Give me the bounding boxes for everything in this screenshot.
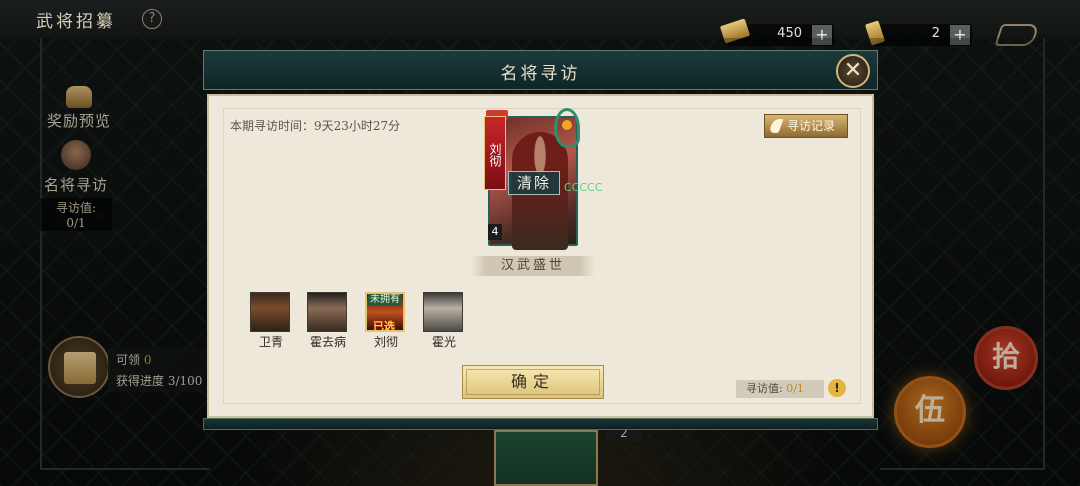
hero-portrait xyxy=(250,292,290,332)
hero-name-banner: 刘彻 xyxy=(484,116,506,190)
hero-option[interactable]: 卫青 xyxy=(250,292,292,350)
clear-button[interactable]: 清除 xyxy=(508,171,560,195)
game-screen: 武将招纂 ? 450 + 2 + 奖励预览 名将寻访 寻访值: 0/1 可领 0… xyxy=(0,0,1080,486)
visit-period: 本期寻访时间：9天23小时27分 xyxy=(230,119,401,133)
selected-stamp: 已选 xyxy=(373,320,395,332)
quill-icon xyxy=(768,119,784,133)
confirm-button[interactable]: 确定 xyxy=(462,365,604,399)
card-hero-name: 刘彻 xyxy=(488,143,502,167)
hero-name: 刘彻 xyxy=(373,335,398,349)
info-icon[interactable]: ! xyxy=(828,379,846,397)
hero-option[interactable]: 霍光 xyxy=(423,292,465,350)
hero-name: 霍去病 xyxy=(309,335,346,349)
hero-option[interactable]: 霍去病 xyxy=(307,292,349,350)
not-owned-badge: 未拥有 xyxy=(368,294,402,306)
modal-footer-bar xyxy=(203,418,878,430)
visit-value: 0/1 xyxy=(786,382,804,395)
help-icon[interactable]: ? xyxy=(142,9,162,29)
visit-history-button[interactable]: 寻访记录 xyxy=(764,114,848,138)
visit-value-label: 寻访值: xyxy=(746,382,783,395)
hero-portrait xyxy=(307,292,347,332)
close-icon[interactable]: ✕ xyxy=(836,54,870,88)
hero-name: 霍光 xyxy=(431,335,456,349)
modal-title: 名将寻访 xyxy=(500,64,581,84)
hero-portrait: 未拥有 已选 xyxy=(365,292,405,332)
hero-portrait xyxy=(423,292,463,332)
hero-name: 卫青 xyxy=(258,335,283,349)
page-title: 武将招纂 xyxy=(36,12,116,32)
set-name: 汉武盛世 xyxy=(471,256,595,276)
visit-value-box: 寻访值: 0/1 xyxy=(736,380,824,398)
card-skill-rings: CCCCC xyxy=(564,182,602,242)
pearl-icon xyxy=(562,120,572,130)
card-level: 4 xyxy=(488,224,502,240)
visit-history-label: 寻访记录 xyxy=(787,119,836,133)
modal-header: 名将寻访 xyxy=(203,50,878,90)
hero-option-selected[interactable]: 未拥有 已选 刘彻 xyxy=(365,292,407,350)
